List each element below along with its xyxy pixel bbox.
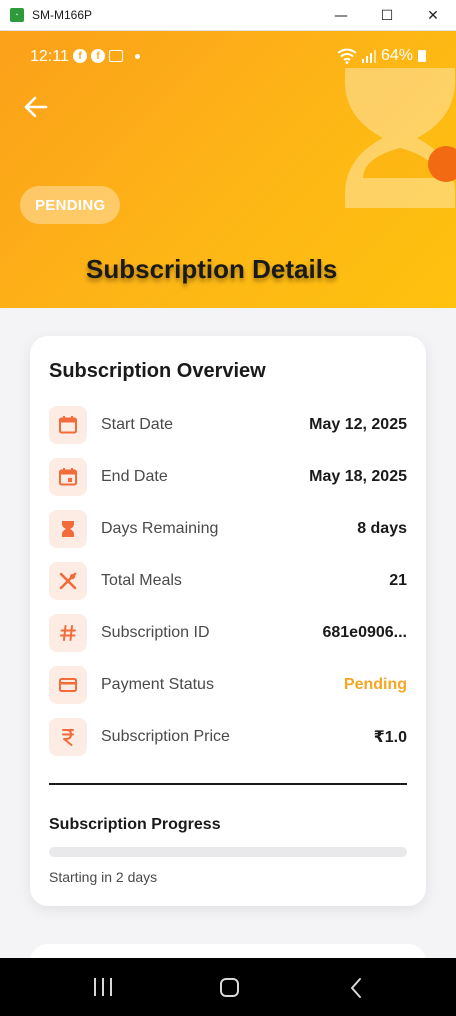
close-button[interactable]: ✕ [410, 0, 456, 31]
row-label: Payment Status [101, 676, 214, 693]
notification-icons: f f [73, 49, 140, 63]
status-time: 12:11 [30, 48, 69, 65]
row-label: Subscription Price [101, 728, 230, 745]
status-right: 64% [337, 47, 426, 65]
credit-card-icon [49, 666, 87, 704]
gallery-icon [109, 50, 123, 62]
window-title-bar: ▪ SM-M166P — ☐ ✕ [0, 0, 456, 31]
header: 12:11 f f 64% PENDING Subscription Detai… [0, 31, 456, 308]
row-value: 681e0906... [322, 624, 407, 641]
row-total-meals: Total Meals 21 [49, 562, 407, 600]
status-badge: PENDING [20, 186, 121, 224]
row-label: Total Meals [101, 572, 182, 589]
payment-status-value: Pending [343, 676, 407, 693]
dot-icon [135, 53, 140, 59]
hash-icon [49, 614, 87, 652]
record-button[interactable] [428, 146, 456, 182]
signal-icon [361, 50, 376, 63]
calendar-event-icon [49, 458, 87, 496]
rupee-icon [49, 718, 87, 756]
progress-bar [49, 847, 407, 857]
facebook-icon: f [73, 49, 87, 63]
utensils-icon [49, 562, 87, 600]
minimize-button[interactable]: — [318, 0, 364, 31]
row-value: 8 days [357, 520, 407, 537]
maximize-button[interactable]: ☐ [364, 0, 410, 31]
facebook-icon: f [91, 49, 105, 63]
calendar-icon [49, 406, 87, 444]
row-payment-status: Payment Status Pending [49, 666, 407, 704]
battery-icon [418, 50, 426, 62]
page-title: Subscription Details [86, 254, 338, 284]
progress-text: Starting in 2 days [49, 869, 158, 885]
wifi-icon [337, 48, 357, 64]
row-value: May 12, 2025 [309, 416, 407, 433]
home-icon[interactable] [220, 978, 239, 997]
row-label: Days Remaining [101, 520, 219, 537]
row-value: 21 [389, 572, 407, 589]
card-title: Subscription Overview [49, 360, 266, 382]
divider [49, 783, 407, 785]
row-label: Subscription ID [101, 624, 210, 641]
window-title: SM-M166P [32, 8, 93, 22]
subscription-overview-card: Subscription Overview Start Date May 12,… [30, 336, 426, 906]
hourglass-icon [49, 510, 87, 548]
back-arrow-icon[interactable] [22, 93, 50, 121]
row-value: May 18, 2025 [309, 468, 407, 485]
navigation-bar [0, 958, 456, 1016]
recent-apps-icon[interactable] [94, 978, 112, 996]
row-label: Start Date [101, 416, 174, 433]
hourglass-watermark-icon [345, 68, 455, 208]
row-end-date: End Date May 18, 2025 [49, 458, 407, 496]
row-start-date: Start Date May 12, 2025 [49, 406, 407, 444]
progress-title: Subscription Progress [49, 816, 221, 833]
window-controls: — ☐ ✕ [318, 0, 456, 31]
row-label: End Date [101, 468, 168, 485]
back-icon[interactable] [348, 977, 364, 999]
app-icon: ▪ [10, 8, 24, 22]
battery-percentage: 64% [380, 47, 413, 64]
row-subscription-id: Subscription ID 681e0906... [49, 614, 407, 652]
row-value: ₹1.0 [373, 729, 407, 746]
row-subscription-price: Subscription Price ₹1.0 [49, 718, 407, 756]
row-days-remaining: Days Remaining 8 days [49, 510, 407, 548]
